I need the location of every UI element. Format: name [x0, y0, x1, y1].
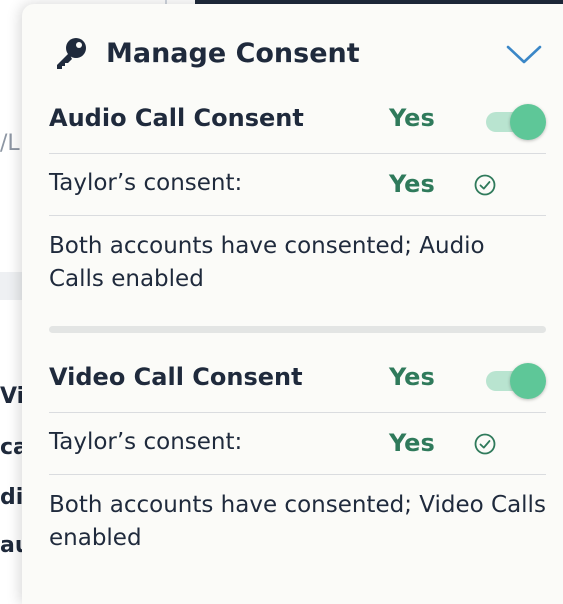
video-consent-title: Video Call Consent	[49, 363, 303, 391]
video-consent-value: Yes	[389, 363, 435, 391]
chevron-down-icon	[506, 45, 542, 64]
partner-consent-value: Yes	[389, 170, 435, 198]
background-text-fragment: di	[0, 485, 24, 510]
section-divider	[49, 326, 546, 333]
audio-status-row: Both accounts have consented; Audio Call…	[49, 216, 546, 306]
partner-consent-label: Taylor’s consent:	[49, 170, 243, 196]
toggle-thumb	[510, 363, 546, 399]
audio-consent-title: Audio Call Consent	[49, 104, 304, 132]
partner-consent-label: Taylor’s consent:	[49, 429, 243, 455]
video-partner-consent-row: Taylor’s consent: Yes	[49, 413, 546, 475]
check-circle-icon	[474, 174, 496, 196]
background-text-fragment: Vi	[0, 384, 25, 409]
manage-consent-panel: Manage Consent Audio Call Consent Yes Ta…	[22, 4, 563, 604]
collapse-button[interactable]	[504, 38, 544, 70]
audio-consent-toggle[interactable]	[486, 104, 546, 140]
video-consent-row: Video Call Consent Yes	[49, 347, 546, 413]
audio-consent-row: Audio Call Consent Yes	[49, 88, 546, 154]
toggle-thumb	[510, 104, 546, 140]
background-text-fragment: /L	[0, 131, 20, 156]
video-status-text: Both accounts have consented; Video Call…	[49, 492, 546, 551]
audio-status-text: Both accounts have consented; Audio Call…	[49, 233, 485, 292]
panel-title: Manage Consent	[106, 38, 360, 69]
video-status-row: Both accounts have consented; Video Call…	[49, 475, 546, 565]
check-circle-icon	[474, 433, 496, 455]
audio-partner-consent-row: Taylor’s consent: Yes	[49, 154, 546, 216]
key-icon	[57, 38, 86, 69]
panel-header: Manage Consent	[22, 24, 563, 84]
video-consent-toggle[interactable]	[486, 363, 546, 399]
partner-consent-value: Yes	[389, 429, 435, 457]
audio-consent-value: Yes	[389, 104, 435, 132]
